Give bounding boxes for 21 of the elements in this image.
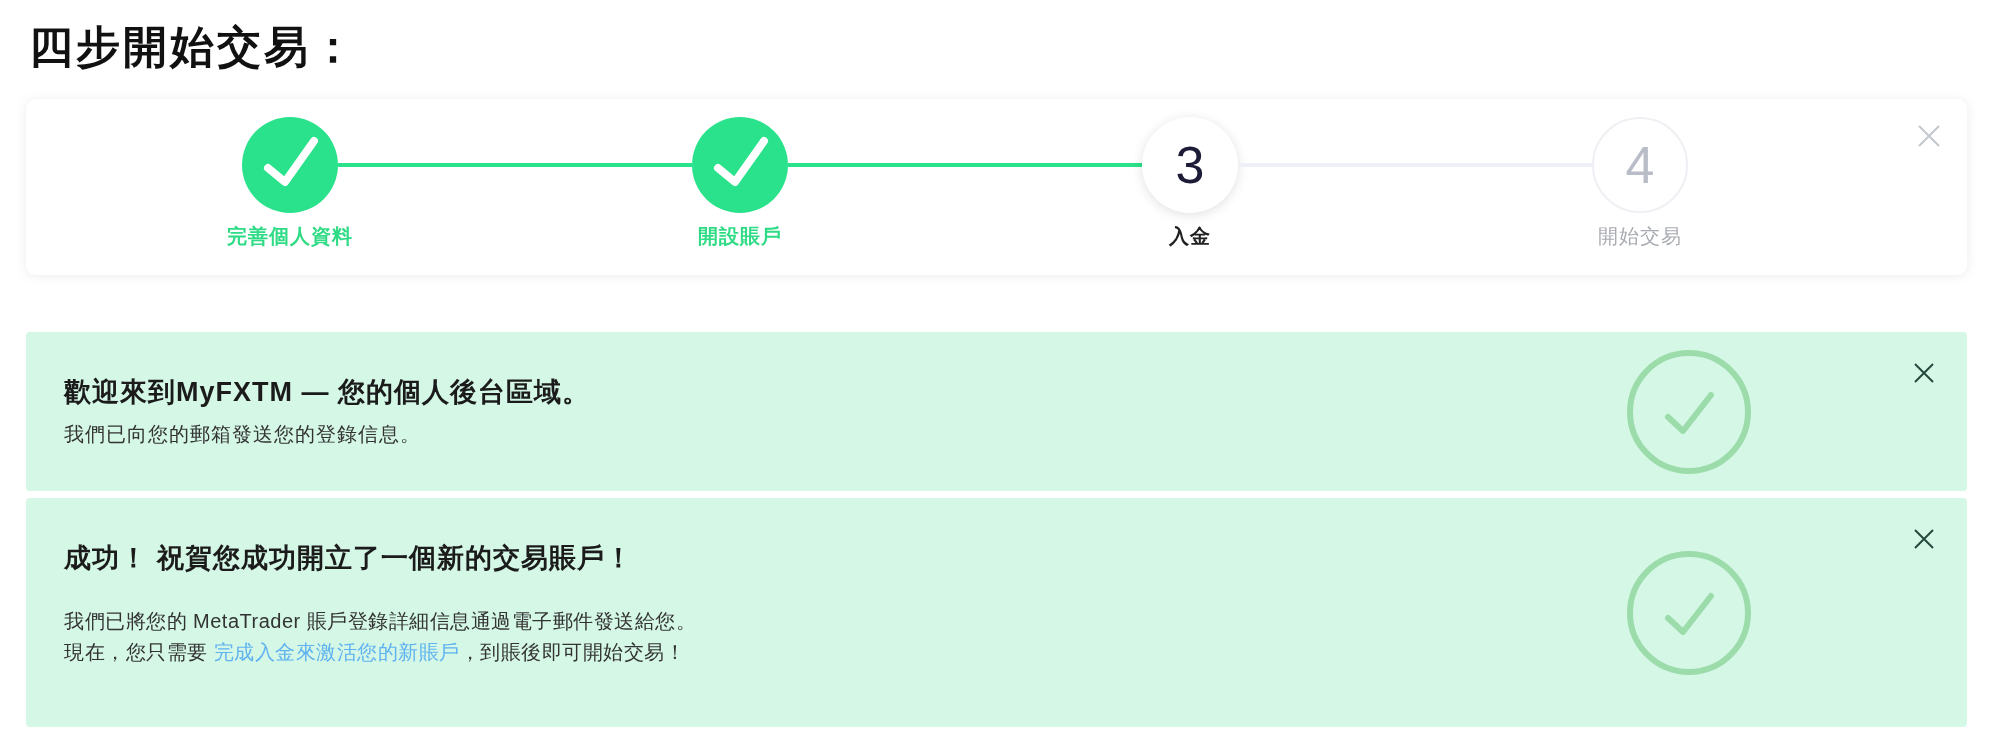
step-label: 完善個人資料 (227, 224, 353, 249)
alert-heading: 歡迎來到MyFXTM — 您的個人後台區域。 (64, 376, 590, 409)
deposit-link[interactable]: 完成入金來激活您的新賬戶 (213, 641, 460, 663)
close-button[interactable] (1914, 529, 1934, 549)
close-button[interactable] (1914, 363, 1934, 383)
check-circle-icon (1627, 349, 1751, 474)
close-icon (1914, 363, 1934, 383)
check-circle-icon (242, 117, 338, 213)
alert-message: 我們已向您的郵箱發送您的登錄信息。 (64, 422, 421, 447)
step-label: 開設賬戶 (698, 224, 782, 249)
close-icon (1914, 529, 1934, 549)
page-title: 四步開始交易： (29, 22, 358, 72)
alert-message: 我們已將您的 MetaTrader 賬戶登錄詳細信息通過電子郵件發送給您。 現在，您只需要 完成入金來激活您的新賬戶，到賬後即可開始交易！ (64, 609, 697, 665)
step-number: 4 (1592, 117, 1688, 213)
close-icon (1918, 125, 1940, 147)
step-label: 開始交易 (1598, 224, 1682, 249)
check-circle-icon (692, 117, 788, 213)
check-circle-icon (1627, 550, 1751, 675)
step-number: 3 (1142, 117, 1238, 213)
step-label: 入金 (1169, 224, 1211, 249)
alert-heading: 成功！ 祝賀您成功開立了一個新的交易賬戶！ (64, 542, 633, 575)
